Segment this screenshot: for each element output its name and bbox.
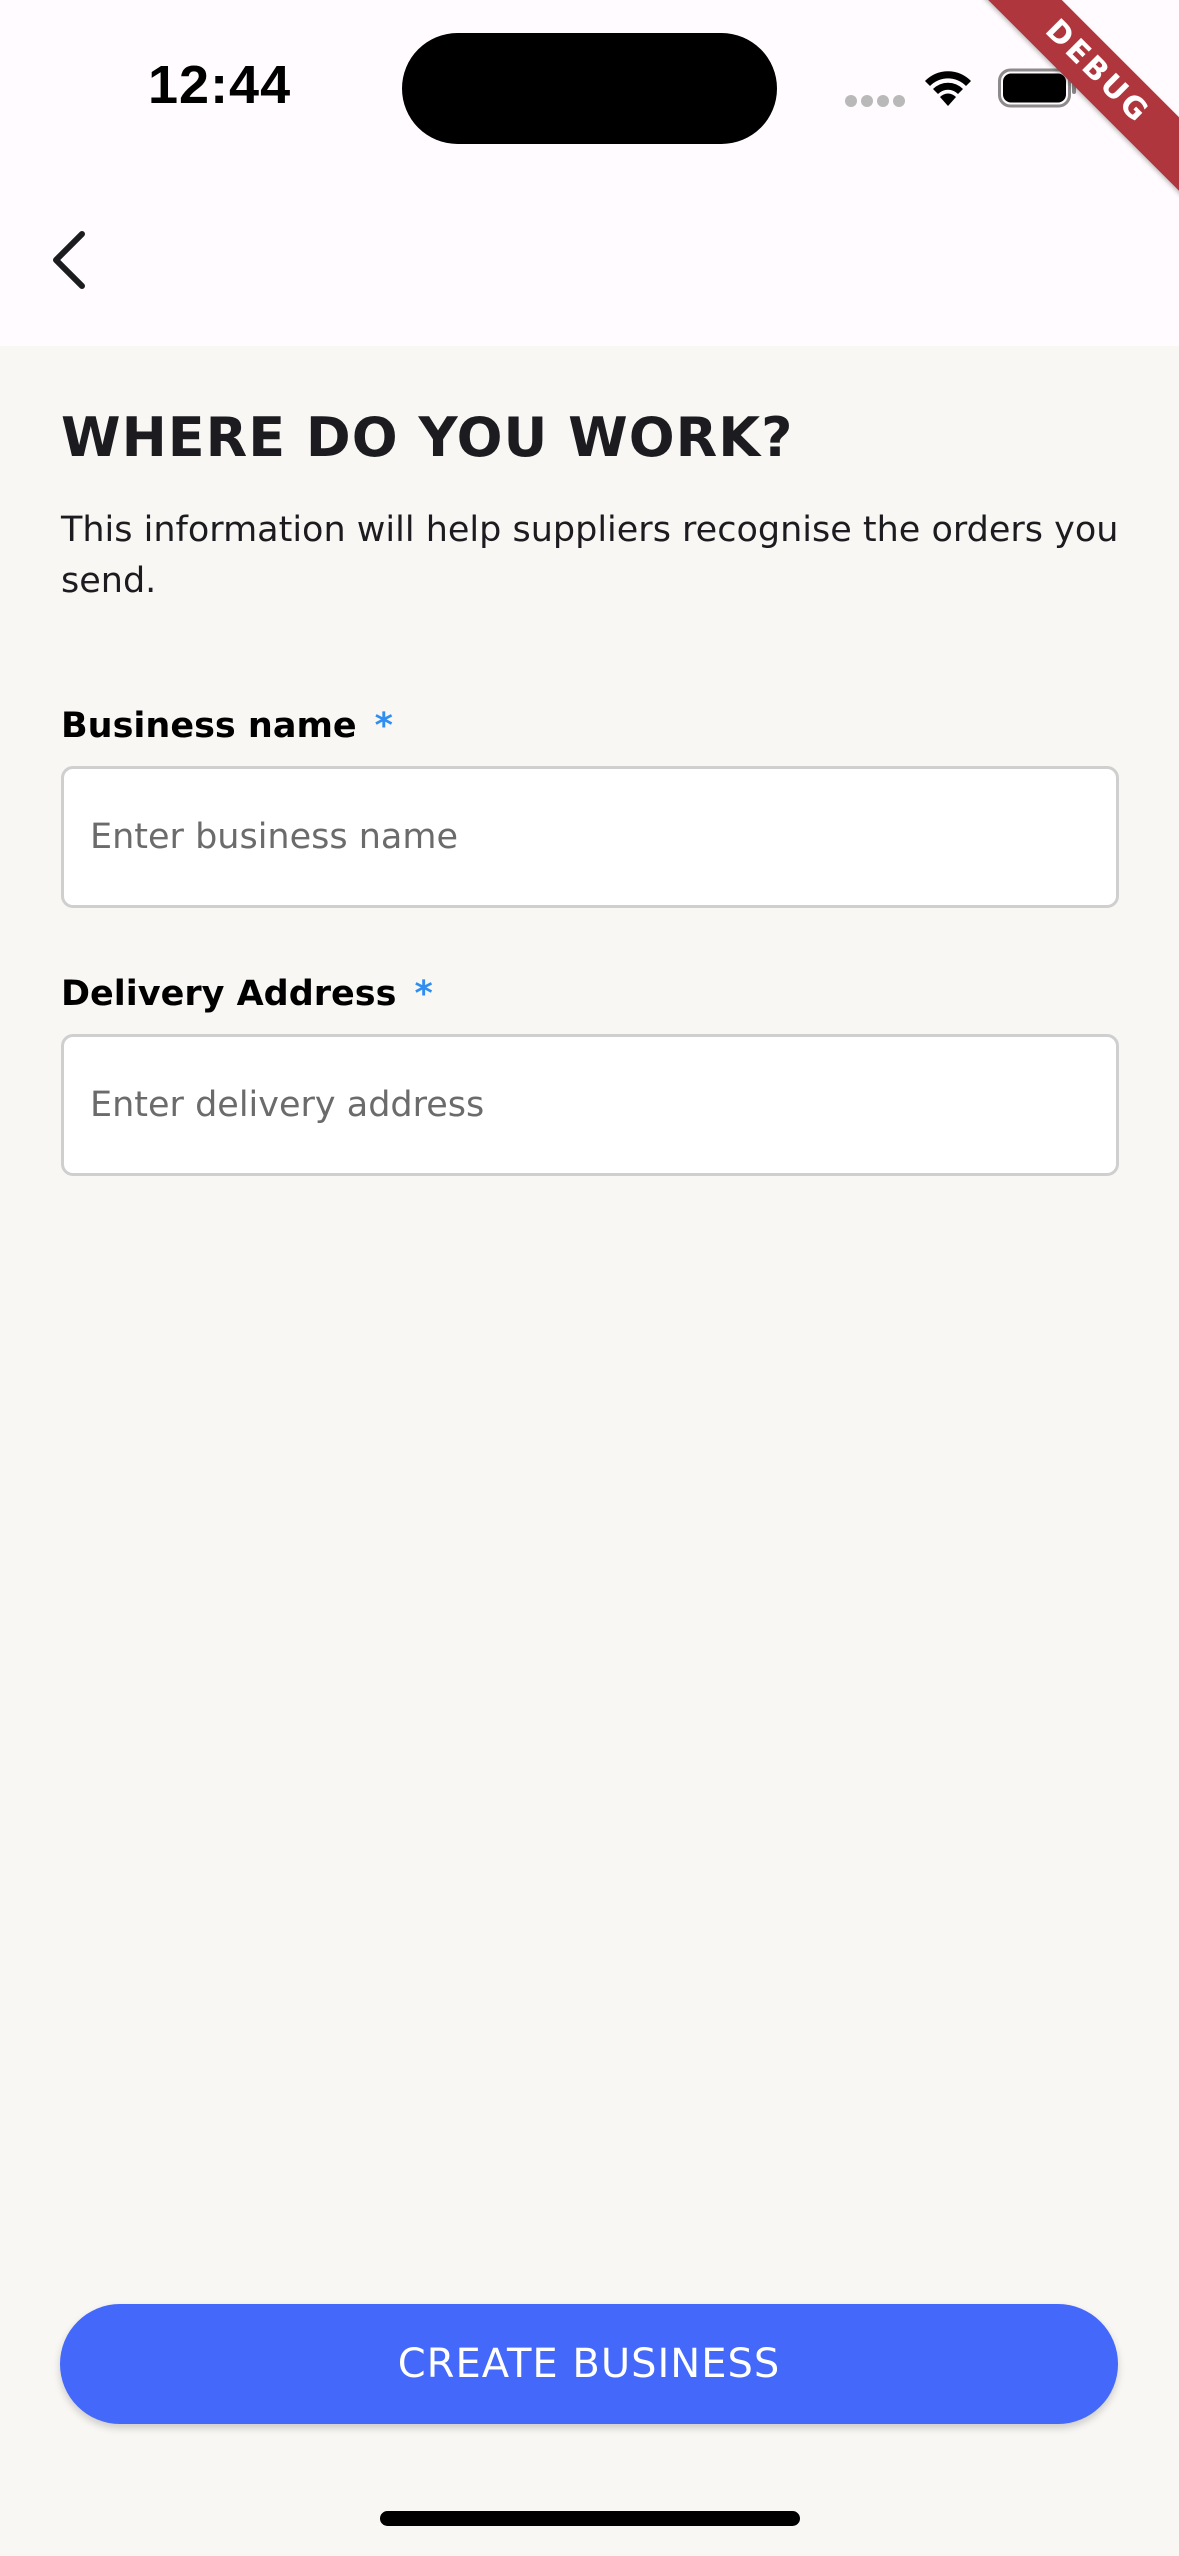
delivery-address-label: Delivery Address * [61,974,1119,1014]
create-business-button[interactable]: CREATE BUSINESS [60,2304,1118,2424]
delivery-address-field-group: Delivery Address * [61,974,1119,1176]
page-subtitle: This information will help suppliers rec… [61,510,1119,601]
business-name-input[interactable] [61,766,1119,908]
required-indicator: * [374,706,393,746]
business-name-field-group: Business name * [61,706,1119,908]
form-content: WHERE DO YOU WORK? This information will… [61,346,1119,1176]
status-time: 12:44 [148,55,292,115]
page-title: WHERE DO YOU WORK? [61,406,794,469]
home-indicator [380,2511,800,2526]
required-indicator: * [414,974,433,1014]
business-name-label: Business name * [61,706,1119,746]
delivery-address-input[interactable] [61,1034,1119,1176]
chevron-left-icon [53,231,85,289]
dynamic-island [402,33,777,144]
app-header: 12:44 DEBUG [0,0,1179,346]
back-button[interactable] [30,210,110,310]
delivery-address-label-text: Delivery Address [61,974,397,1014]
app-screen: 12:44 DEBUG WHERE DO YOU WORK? This info… [0,0,1179,2556]
business-name-label-text: Business name [61,706,357,746]
wifi-icon [925,71,971,106]
cellular-signal-icon [845,95,905,107]
